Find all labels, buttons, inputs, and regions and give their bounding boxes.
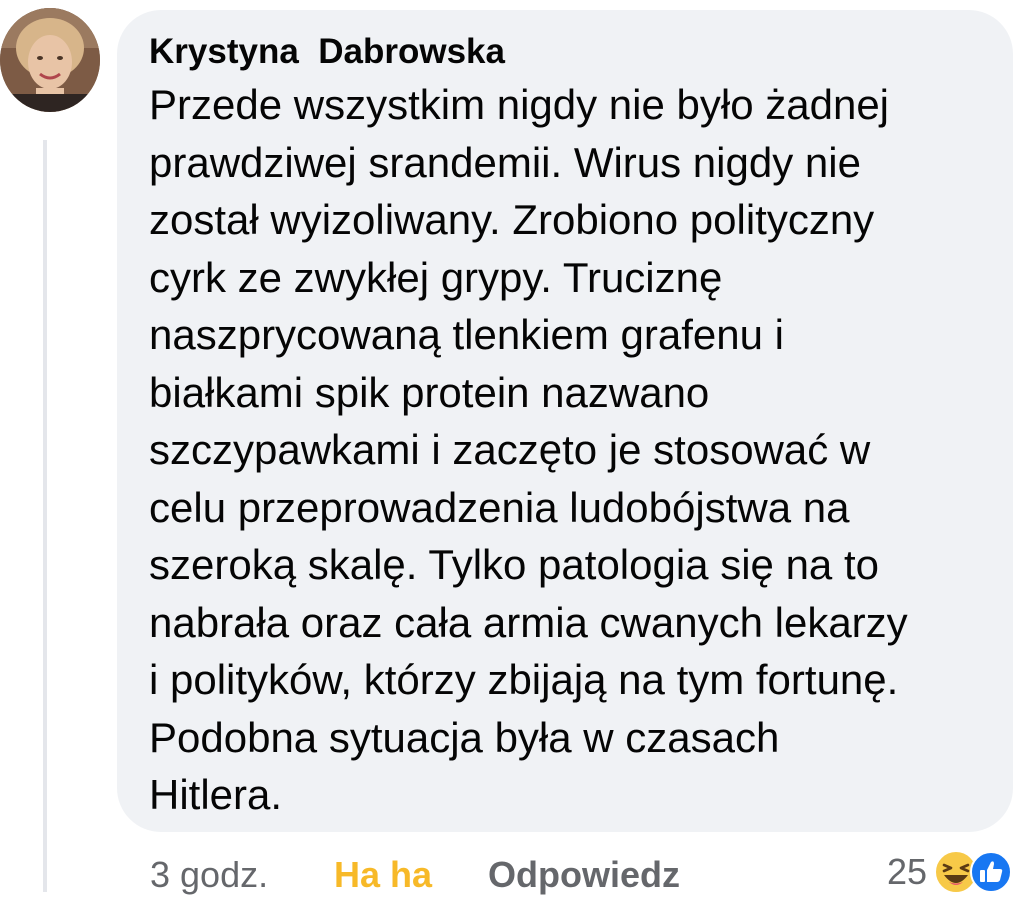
comment-body: Przede wszystkim nigdy nie było żadnej p… — [149, 76, 989, 824]
profile-photo — [0, 8, 100, 112]
comment-text-line: cyrk ze zwykłej grypy. Truciznę — [149, 253, 723, 301]
comment-text-line: Hitlera. — [149, 771, 283, 818]
comment-text-line: prawdziwej srandemii. Wirus nigdy nie — [149, 138, 861, 186]
comment-text-line: białkami spik protein nazwano — [149, 368, 710, 416]
avatar[interactable] — [0, 8, 100, 112]
comment-text-line: naszprycowaną tlenkiem grafenu i — [149, 311, 785, 358]
comment-actions: 3 godz. Ha ha Odpowiedz — [150, 850, 680, 900]
comment-timestamp[interactable]: 3 godz. — [150, 854, 334, 896]
comment-text-line: szczypawkami i zaczęto je stosować w — [149, 426, 871, 473]
like-reaction-icon — [970, 851, 1012, 893]
comment-text-line: celu przeprowadzenia ludobójstwa na — [149, 483, 850, 531]
comment-text-line: Podobna sytuacja była w czasach — [149, 713, 780, 761]
comment-text-line: i polityków, którzy zbijają na tym fortu… — [149, 656, 899, 703]
reactions-summary[interactable]: 25 — [887, 848, 1013, 896]
comment-text-line: nabrała oraz cała armia cwanych lekarzy — [149, 598, 908, 646]
comment-bubble: Krystyna Dabrowska Przede wszystkim nigd… — [117, 10, 1013, 832]
comment-text-line: Przede wszystkim nigdy nie było żadnej — [149, 81, 890, 128]
reaction-count: 25 — [886, 851, 927, 892]
reply-button[interactable]: Odpowiedz — [488, 854, 680, 896]
comment-text-line: został wyizoliwany. Zrobiono polityczny — [149, 196, 875, 243]
comment-author-name[interactable]: Krystyna Dabrowska — [149, 30, 989, 74]
comment-text-line: szeroką skalę. Tylko patologia się na to — [149, 541, 879, 588]
haha-reaction-button[interactable]: Ha ha — [334, 854, 488, 896]
thread-connector-line — [43, 140, 47, 892]
